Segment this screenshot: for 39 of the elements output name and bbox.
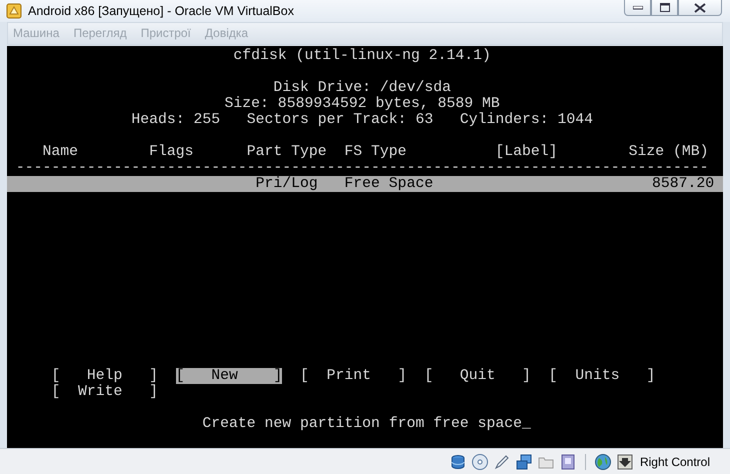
program-title: cfdisk (util-linux-ng 2.14.1) [233, 48, 491, 64]
command-button[interactable]: [ Help ] [51, 368, 158, 384]
table-cell-text: Pri/Log [254, 176, 319, 192]
globe-icon[interactable] [594, 452, 612, 471]
monitors-icon[interactable] [514, 452, 533, 471]
host-key-label: Right Control [640, 454, 710, 469]
disc-icon[interactable] [470, 452, 489, 471]
disk-drive-text: Disk Drive: /dev/sda [273, 80, 451, 96]
column-header: Flags [149, 144, 194, 160]
disk-size-text: Size: 8589934592 bytes, 8589 MB [224, 96, 500, 112]
table-cell-text: Free Space [344, 176, 434, 192]
close-icon [694, 2, 706, 12]
chip-icon[interactable] [558, 452, 577, 471]
command-button[interactable]: [ Quit ] [424, 368, 531, 384]
command-button[interactable]: [ Units ] [548, 368, 656, 384]
pen-icon[interactable] [492, 452, 511, 471]
geometry-text: Heads: 255 [131, 112, 220, 128]
column-header: Name [42, 144, 80, 160]
column-header: Part Type [246, 144, 328, 160]
app-icon [6, 2, 22, 19]
command-button[interactable]: [ New ] [176, 368, 282, 384]
window-title: Android x86 [Запущено] - Oracle VM VirtualBox [28, 4, 294, 18]
column-header: FS Type [344, 144, 408, 160]
separator-line: ------------------------------------------------------------------------------ [16, 160, 708, 176]
minimize-button[interactable] [624, 0, 651, 16]
column-header: [Label] [495, 144, 559, 160]
minimize-icon [632, 6, 642, 10]
close-button[interactable] [678, 0, 722, 16]
geometry-text: Sectors per Track: 63 [246, 112, 434, 128]
maximize-icon [660, 3, 670, 12]
disk-stack-icon[interactable] [448, 452, 467, 471]
geometry-text: Cylinders: 1044 [460, 112, 594, 128]
maximize-button[interactable] [651, 0, 678, 16]
table-cell: 8587.20 [652, 176, 714, 192]
command-button[interactable]: [ Write ] [51, 384, 158, 400]
command-button[interactable]: [ Print ] [300, 368, 407, 384]
hint-text: Create new partition from free space_ [202, 416, 531, 432]
column-header: Size (MB) [628, 144, 708, 160]
partition-row[interactable]: Pri/Log Free Space 8587.20 [7, 176, 723, 192]
